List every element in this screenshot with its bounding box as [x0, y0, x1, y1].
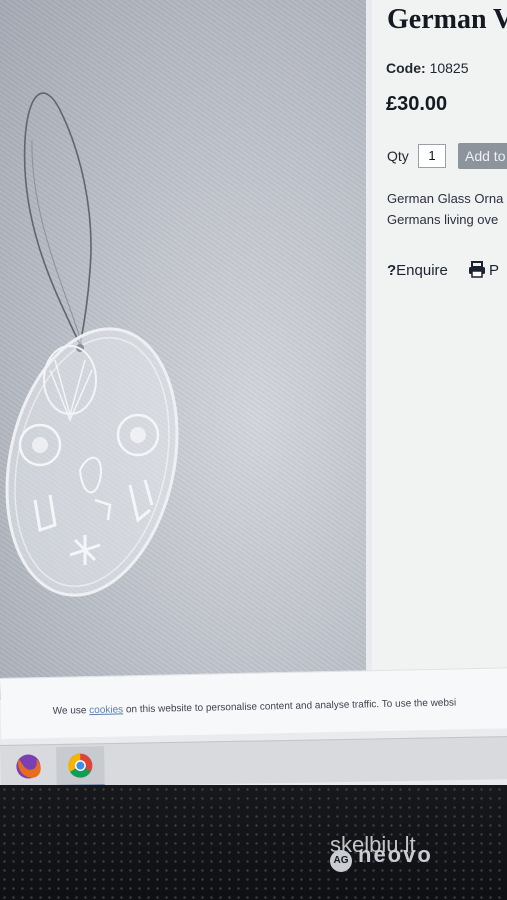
taskbar: [0, 736, 507, 788]
cookie-text: We use cookies on this website to person…: [53, 697, 457, 716]
description-line: Germans living ove: [387, 212, 499, 227]
add-to-basket-button[interactable]: Add to: [458, 143, 507, 169]
cookie-prefix: We use: [52, 705, 87, 717]
brand-badge: AG: [330, 850, 352, 872]
product-details-panel: German V Code: 10825 £30.00 Qty 1 Add to…: [372, 0, 507, 700]
product-code-value: 10825: [429, 60, 469, 76]
glass-ornament-image: [5, 92, 179, 597]
product-code-label: Code:: [386, 60, 426, 76]
product-actions: ?Enquire P: [387, 261, 507, 279]
monitor-brand: neovo: [358, 842, 433, 867]
print-link[interactable]: P: [468, 261, 499, 279]
chrome-icon: [68, 753, 93, 778]
description-line: German Glass Orna: [387, 191, 504, 206]
firefox-icon: [16, 754, 41, 779]
product-price: £30.00: [386, 93, 448, 115]
enquire-label: Enquire: [396, 262, 448, 279]
enquire-link[interactable]: ?Enquire: [387, 262, 448, 279]
product-code: Code: 10825: [386, 60, 469, 76]
product-photo[interactable]: [0, 0, 366, 700]
cookie-banner: We use cookies on this website to person…: [0, 667, 507, 739]
cookies-link[interactable]: cookies: [89, 704, 123, 716]
taskbar-firefox[interactable]: [4, 747, 53, 786]
qty-input[interactable]: 1: [418, 144, 446, 168]
product-title: German V: [387, 4, 507, 35]
monitor-screen: German V Code: 10825 £30.00 Qty 1 Add to…: [0, 0, 507, 790]
print-label: P: [489, 262, 500, 279]
taskbar-chrome[interactable]: [56, 746, 105, 788]
question-icon: ?: [387, 262, 397, 279]
cookie-suffix: on this website to personalise content a…: [125, 697, 457, 716]
printer-icon: [469, 261, 486, 278]
qty-label: Qty: [387, 148, 409, 164]
product-description: German Glass Orna Germans living ove: [387, 188, 507, 230]
